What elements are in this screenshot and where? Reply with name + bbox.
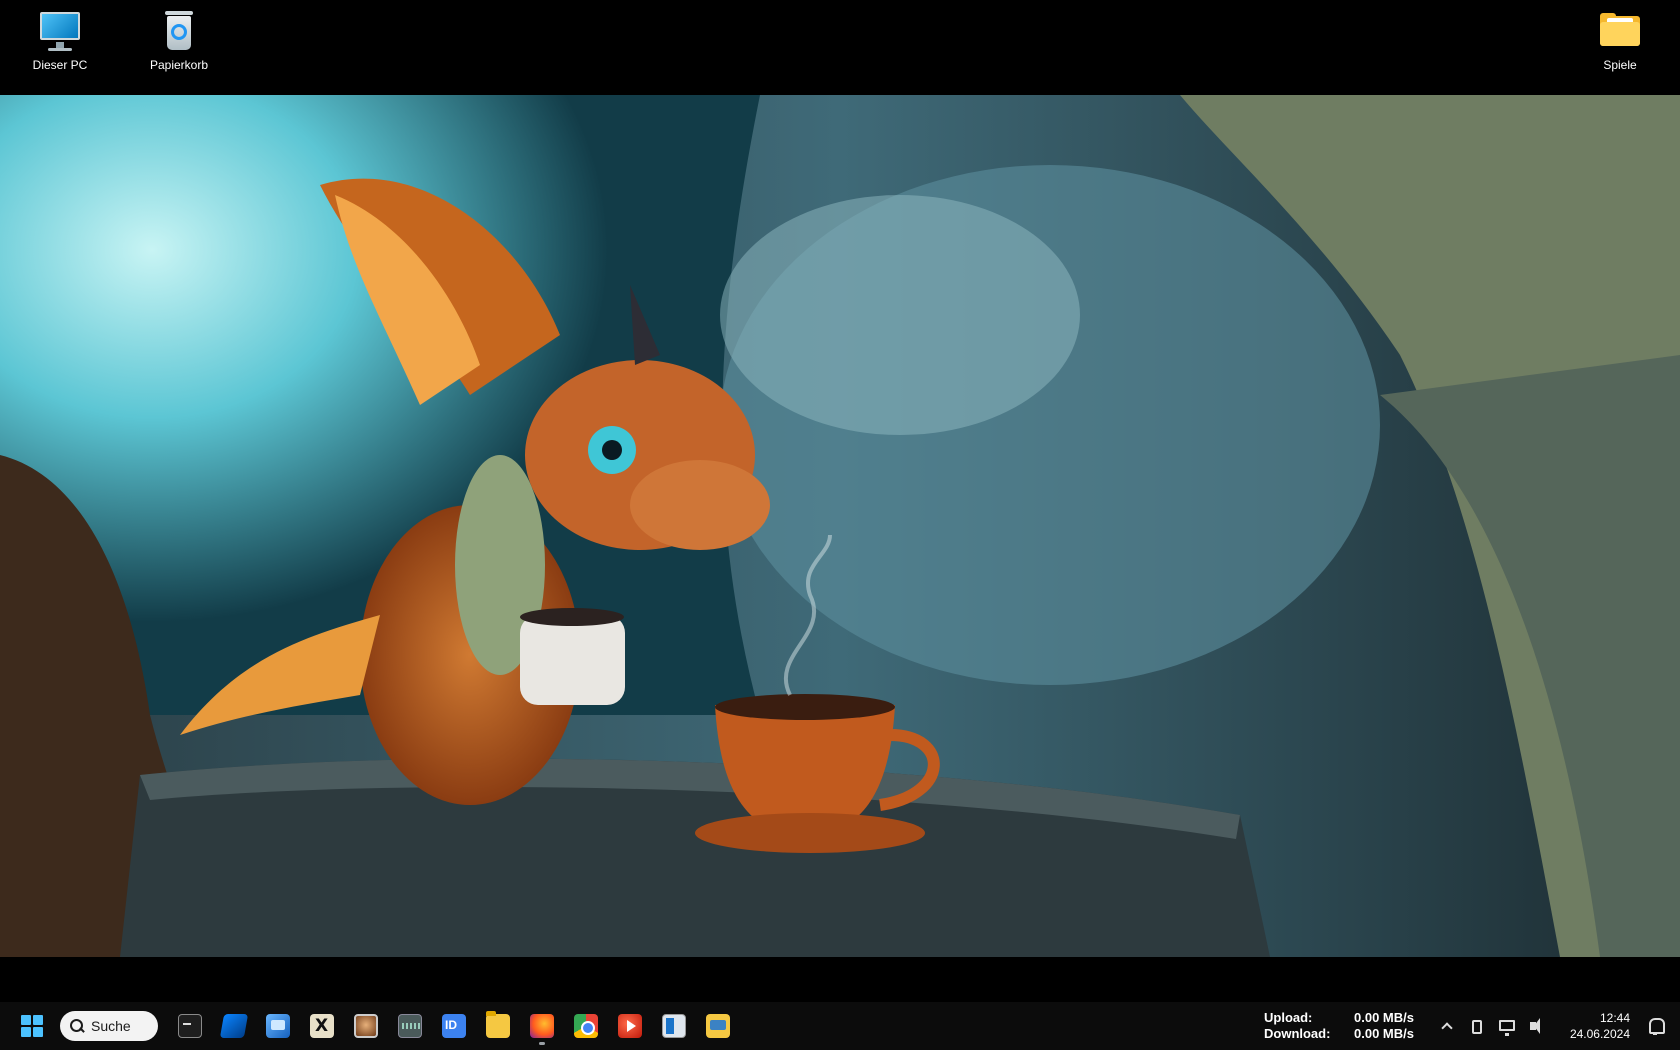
chrome-icon [574, 1014, 598, 1038]
desktop-icon-label: Spiele [1603, 58, 1637, 72]
desktop-icon-label: Dieser PC [32, 58, 88, 72]
network-button[interactable] [1492, 1011, 1522, 1041]
taskbar-app-round[interactable] [344, 1006, 388, 1046]
taskbar-app-chrome[interactable] [564, 1006, 608, 1046]
system-tray [1432, 1011, 1552, 1041]
show-hidden-icons-button[interactable] [1432, 1011, 1462, 1041]
taskbar-apps [168, 1006, 740, 1046]
desktop-icon-dieser-pc[interactable]: Dieser PC [12, 0, 108, 72]
search-box[interactable]: Suche [60, 1011, 158, 1041]
chevron-up-icon [1441, 1022, 1453, 1034]
taskbar-app-blue[interactable] [212, 1006, 256, 1046]
terminal-icon [178, 1014, 202, 1038]
network-stats: Upload: 0.00 MB/s Download: 0.00 MB/s [1264, 1010, 1414, 1042]
notification-bell-icon[interactable] [1638, 1006, 1674, 1046]
wallpaper [0, 95, 1680, 957]
id-icon [442, 1014, 466, 1038]
x-app-icon [310, 1014, 334, 1038]
taskbar-app-chip[interactable] [388, 1006, 432, 1046]
round-app-icon [354, 1014, 378, 1038]
network-icon [1499, 1020, 1515, 1036]
taskbar-app-control-panel[interactable] [256, 1006, 300, 1046]
folder-blue-icon [706, 1014, 730, 1038]
desktop: Dieser PC Papierkorb Spiele Suche X ID U… [0, 0, 1680, 1050]
taskbar: Suche Upload: 0.00 MB/s Download: [0, 1002, 1680, 1050]
blue-app-icon [219, 1014, 249, 1038]
battery-button[interactable] [1462, 1011, 1492, 1041]
taskbar-app-firefox[interactable] [520, 1006, 564, 1046]
recycle-bin-icon [156, 8, 202, 54]
upload-label: Upload: [1264, 1010, 1313, 1025]
volume-button[interactable] [1522, 1011, 1552, 1041]
download-value: 0.00 MB/s [1354, 1026, 1414, 1041]
chip-icon [398, 1014, 422, 1038]
desktop-icon-papierkorb[interactable]: Papierkorb [131, 0, 227, 72]
taskbar-app-window[interactable] [652, 1006, 696, 1046]
start-button[interactable] [8, 1002, 56, 1050]
folder-icon [1597, 8, 1643, 54]
taskbar-app-x[interactable] [300, 1006, 344, 1046]
windows-logo-icon [21, 1015, 43, 1037]
taskbar-app-file-explorer[interactable] [476, 1006, 520, 1046]
search-icon [70, 1019, 84, 1033]
clock-date: 24.06.2024 [1569, 1027, 1630, 1041]
clock[interactable]: 12:44 24.06.2024 [1568, 1010, 1630, 1042]
clock-time: 12:44 [1599, 1011, 1630, 1025]
battery-icon [1472, 1020, 1482, 1034]
speaker-icon [1530, 1018, 1540, 1034]
wallpaper-image [0, 95, 1680, 957]
download-label: Download: [1264, 1026, 1331, 1041]
control-panel-icon [266, 1014, 290, 1038]
desktop-icon-label: Papierkorb [149, 58, 209, 72]
upload-value: 0.00 MB/s [1354, 1010, 1414, 1025]
taskbar-app-terminal[interactable] [168, 1006, 212, 1046]
firefox-icon [530, 1014, 554, 1038]
window-icon [662, 1014, 686, 1038]
search-label: Suche [91, 1018, 131, 1034]
folder-icon [486, 1011, 510, 1038]
computer-icon [37, 8, 83, 54]
play-icon [618, 1014, 642, 1038]
taskbar-app-media-player[interactable] [608, 1006, 652, 1046]
taskbar-app-explorer-2[interactable] [696, 1006, 740, 1046]
desktop-icon-spiele[interactable]: Spiele [1572, 0, 1668, 72]
taskbar-app-id[interactable] [432, 1006, 476, 1046]
